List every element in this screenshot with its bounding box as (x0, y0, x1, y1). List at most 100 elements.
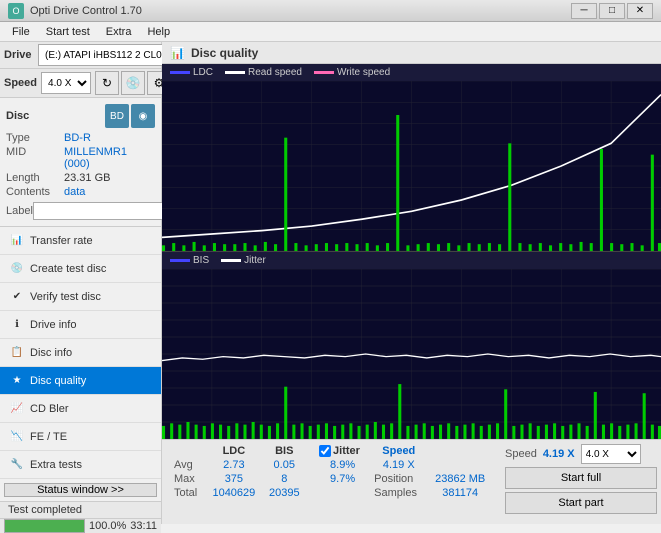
jitter-label: Jitter (333, 445, 360, 457)
progress-row: Test completed (0, 501, 161, 518)
max-bis: 8 (263, 472, 307, 486)
speed-select-right[interactable]: 4.0 X (581, 444, 641, 464)
avg-label: Avg (170, 458, 205, 472)
chart2-legend: BIS Jitter (162, 252, 661, 269)
nav-icon-fe-te: 📉 (10, 430, 24, 444)
drive-toolbar: Drive (E:) ATAPI iHBS112 2 CL0K ⏏ (0, 42, 161, 69)
progress-bar-fill (5, 520, 84, 532)
nav-icon-extra-tests: 🔧 (10, 458, 24, 472)
avg-jitter: 8.9% (315, 458, 370, 472)
chart1-legend: LDC Read speed Write speed (162, 64, 661, 81)
legend-bis-label: BIS (193, 255, 209, 266)
chart2-container: BIS Jitter (162, 252, 661, 439)
jitter-checkbox[interactable] (319, 445, 331, 457)
refresh-icon-btn[interactable]: ↻ (95, 71, 119, 95)
speed-select[interactable]: 4.0 X (41, 72, 91, 94)
nav-item-transfer-rate[interactable]: 📊 Transfer rate (0, 227, 161, 255)
right-panel: 📊 Disc quality LDC Read speed (162, 42, 661, 524)
disc-type-icon: BD (105, 104, 129, 128)
app-icon: O (8, 3, 24, 19)
legend-read-speed-label: Read speed (248, 67, 302, 78)
nav-item-fe-te[interactable]: 📉FE / TE (0, 423, 161, 451)
nav-item-drive-info[interactable]: ℹ Drive info (0, 311, 161, 339)
nav-item-cd-bler[interactable]: 📈 CD Bler (0, 395, 161, 423)
legend-bis-color (170, 259, 190, 262)
nav-label-transfer-rate: Transfer rate (30, 235, 93, 247)
nav-label-cd-bler: CD Bler (30, 403, 69, 415)
legend-write-speed: Write speed (314, 67, 390, 78)
stats-row: LDC BIS Jitter Speed (162, 439, 661, 524)
chart1-area: 400 350 300 250 200 150 100 50 18X 16X 1… (162, 81, 661, 251)
disc-contents-row: Contents data (6, 186, 155, 198)
menu-bar: File Start test Extra Help (0, 22, 661, 42)
nav-label-disc-info: Disc info (30, 347, 72, 359)
disc-section: Disc BD ◉ Type BD-R MID MILLENMR1 (000) … (0, 98, 161, 227)
disc-type-row: Type BD-R (6, 132, 155, 144)
position-value: 23862 MB (427, 472, 493, 486)
progress-percent: 100.0% (89, 520, 126, 532)
chart-header: 📊 Disc quality (162, 42, 661, 64)
disc-icon-btn[interactable]: 💿 (121, 71, 145, 95)
left-panel: Drive (E:) ATAPI iHBS112 2 CL0K ⏏ Speed … (0, 42, 162, 524)
main-content: Drive (E:) ATAPI iHBS112 2 CL0K ⏏ Speed … (0, 42, 661, 524)
start-part-button[interactable]: Start part (505, 492, 657, 514)
nav-label-disc-quality: Disc quality (30, 375, 86, 387)
disc-mid-value: MILLENMR1 (000) (64, 146, 155, 170)
menu-extra[interactable]: Extra (98, 24, 140, 40)
col-bis: BIS (263, 444, 307, 458)
nav-icon-transfer-rate: 📊 (10, 234, 24, 248)
max-ldc: 375 (205, 472, 262, 486)
minimize-button[interactable]: ─ (571, 3, 597, 19)
nav-label-drive-info: Drive info (30, 319, 76, 331)
avg-ldc: 2.73 (205, 458, 262, 472)
legend-write-speed-label: Write speed (337, 67, 390, 78)
samples-value: 381174 (427, 486, 493, 500)
disc-label-input[interactable] (33, 202, 171, 220)
nav-icon-cd-bler: 📈 (10, 402, 24, 416)
total-label: Total (170, 486, 205, 500)
disc-section-title: Disc (6, 110, 29, 122)
total-ldc: 1040629 (205, 486, 262, 500)
navigation-list: 📊 Transfer rate 💿Create test disc ✔ Verify t… (0, 227, 161, 479)
start-full-button[interactable]: Start full (505, 467, 657, 489)
nav-icon-verify-test-disc: ✔ (10, 290, 24, 304)
maximize-button[interactable]: □ (599, 3, 625, 19)
close-button[interactable]: ✕ (627, 3, 653, 19)
disc-label-row: Label 🏷 (6, 202, 155, 220)
nav-item-create-test-disc[interactable]: 💿Create test disc (0, 255, 161, 283)
legend-ldc-label: LDC (193, 67, 213, 78)
nav-icon-create-test-disc: 💿 (10, 262, 24, 276)
speed-label: Speed (4, 77, 37, 89)
nav-item-extra-tests[interactable]: 🔧Extra tests (0, 451, 161, 479)
legend-read-speed: Read speed (225, 67, 302, 78)
nav-label-verify-test-disc: Verify test disc (30, 291, 101, 303)
status-text: Test completed (4, 502, 86, 518)
nav-item-disc-info[interactable]: 📋Disc info (0, 339, 161, 367)
samples-label: Samples (370, 486, 427, 500)
elapsed-time: 33:11 (130, 520, 157, 532)
nav-item-disc-quality[interactable]: ★ Disc quality (0, 367, 161, 395)
charts-area: LDC Read speed Write speed (162, 64, 661, 524)
menu-start-test[interactable]: Start test (38, 24, 98, 40)
chart2-svg: 10% 8% 6% 4% 2% 10 9 8 7 6 5 4 3 (162, 269, 661, 439)
drive-label: Drive (4, 49, 34, 61)
disc-length-label: Length (6, 172, 64, 184)
disc-type-value: BD-R (64, 132, 155, 144)
speed-info-value: 4.19 X (543, 448, 575, 460)
nav-icon-drive-info: ℹ (10, 318, 24, 332)
status-window-button[interactable]: Status window >> (4, 483, 157, 497)
disc-mid-row: MID MILLENMR1 (000) (6, 146, 155, 170)
menu-file[interactable]: File (4, 24, 38, 40)
chart1-svg: 400 350 300 250 200 150 100 50 18X 16X 1… (162, 81, 661, 251)
menu-help[interactable]: Help (139, 24, 178, 40)
nav-icon-disc-quality: ★ (10, 374, 24, 388)
chart-title: Disc quality (191, 46, 258, 60)
stats-max-row: Max 375 8 9.7% Position 23862 MB (170, 472, 493, 486)
stats-table: LDC BIS Jitter Speed (162, 440, 501, 524)
avg-bis: 0.05 (263, 458, 307, 472)
legend-read-speed-color (225, 71, 245, 74)
app-title: Opti Drive Control 1.70 (30, 5, 142, 17)
speed-toolbar: Speed 4.0 X ↻ 💿 ⚙ 💾 (0, 69, 161, 98)
stats-right: Speed 4.19 X 4.0 X Start full Start part (501, 440, 661, 524)
nav-item-verify-test-disc[interactable]: ✔ Verify test disc (0, 283, 161, 311)
